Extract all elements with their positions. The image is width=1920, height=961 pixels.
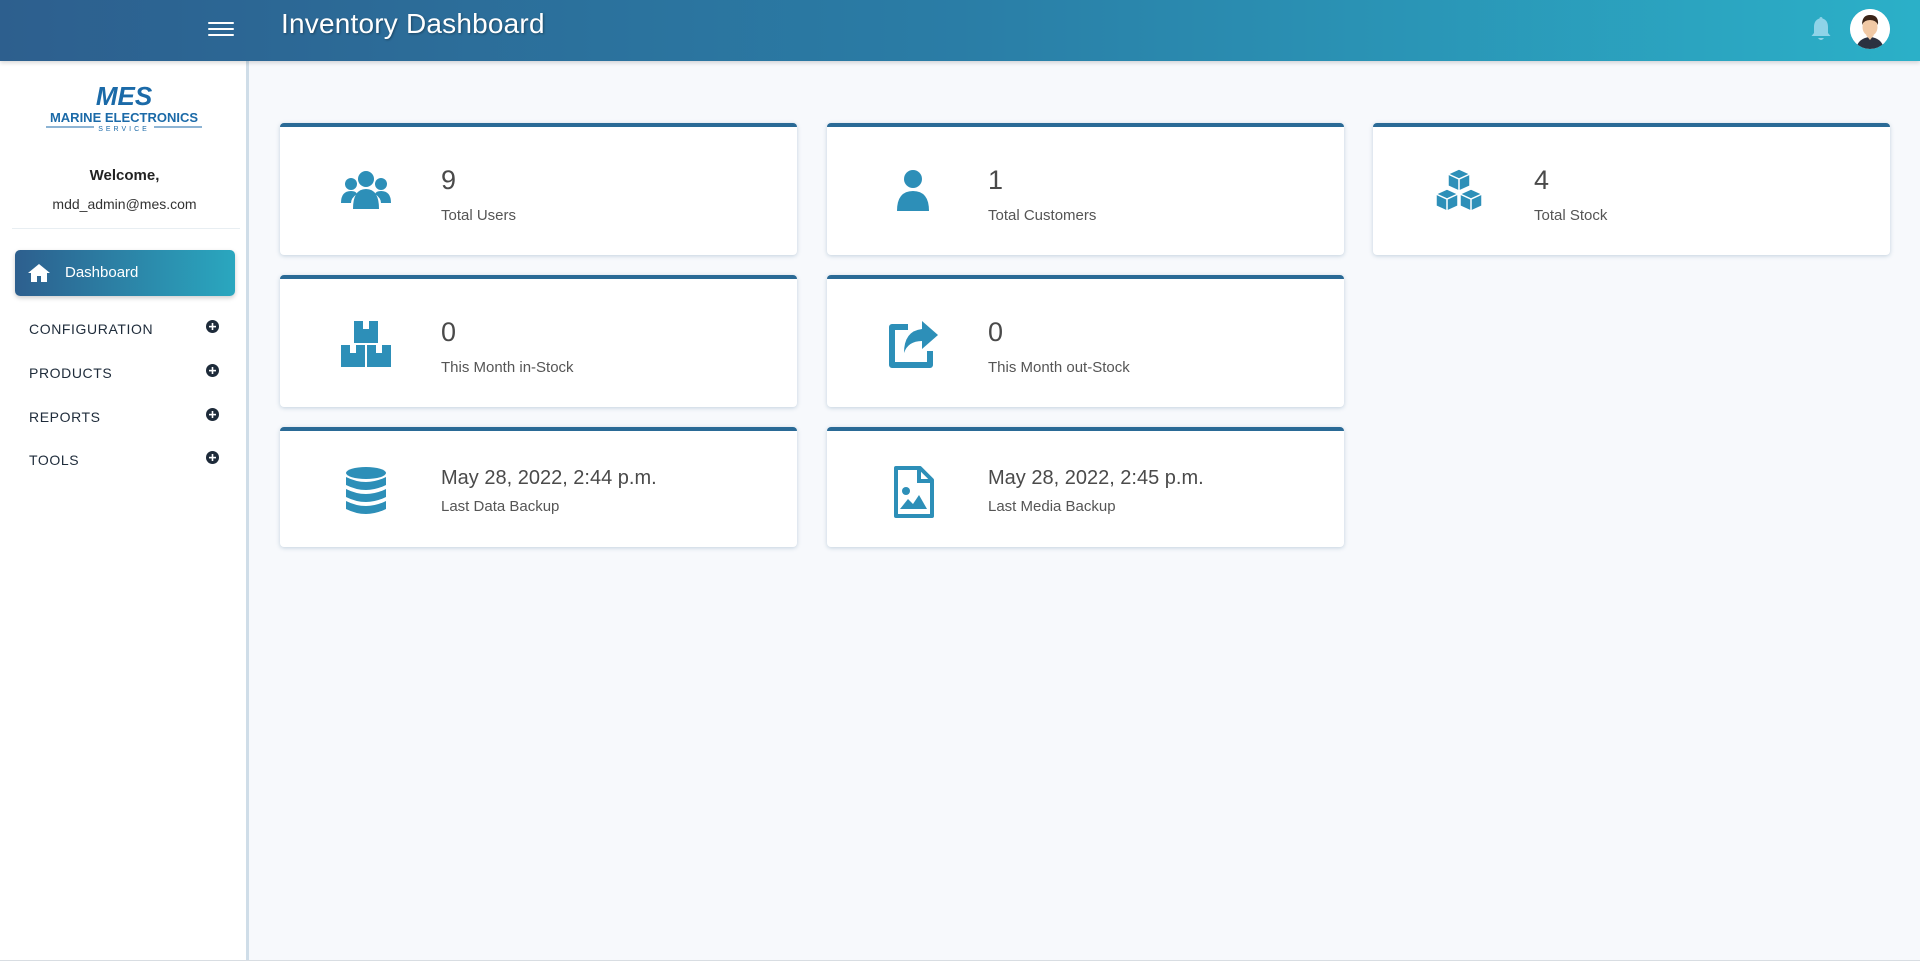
- card-value: May 28, 2022, 2:44 p.m.: [441, 467, 657, 489]
- card-value: 4: [1534, 165, 1550, 195]
- sidebar-item-label: REPORTS: [29, 409, 101, 425]
- card-label: This Month out-Stock: [988, 359, 1130, 376]
- card-label: Last Media Backup: [988, 498, 1116, 515]
- card-value: 0: [441, 317, 457, 347]
- company-logo: MES MARINE ELECTRONICS SERVICE: [46, 83, 202, 133]
- sidebar-item-products[interactable]: PRODUCTS: [29, 361, 229, 385]
- sidebar-item-reports[interactable]: REPORTS: [29, 405, 229, 429]
- home-icon: [28, 264, 50, 282]
- menu-toggle-icon[interactable]: [208, 18, 234, 40]
- file-image-icon: [894, 466, 934, 518]
- sidebar-item-tools[interactable]: TOOLS: [29, 448, 229, 472]
- sidebar-item-configuration[interactable]: CONFIGURATION: [29, 317, 229, 341]
- svg-text:MES: MES: [96, 83, 153, 111]
- card-value: 9: [441, 165, 457, 195]
- svg-text:SERVICE: SERVICE: [98, 126, 150, 133]
- stat-card-total-customers: 1 Total Customers: [827, 123, 1344, 255]
- card-label: Last Data Backup: [441, 498, 560, 515]
- svg-text:MARINE ELECTRONICS: MARINE ELECTRONICS: [50, 110, 198, 125]
- card-value: 1: [988, 165, 1004, 195]
- user-avatar[interactable]: [1850, 9, 1890, 49]
- cubes-icon: [1435, 168, 1483, 212]
- stat-card-month-in-stock: 0 This Month in-Stock: [280, 275, 797, 407]
- plus-circle-icon[interactable]: [206, 364, 219, 377]
- card-label: Total Stock: [1534, 207, 1608, 224]
- sidebar-item-label: TOOLS: [29, 452, 80, 468]
- card-label: This Month in-Stock: [441, 359, 574, 376]
- plus-circle-icon[interactable]: [206, 408, 219, 421]
- stat-card-month-out-stock: 0 This Month out-Stock: [827, 275, 1344, 407]
- card-label: Total Customers: [988, 207, 1097, 224]
- sidebar-item-label: CONFIGURATION: [29, 321, 154, 337]
- card-value: May 28, 2022, 2:45 p.m.: [988, 467, 1204, 489]
- sidebar-item-label: Dashboard: [65, 264, 139, 281]
- user-icon: [897, 170, 929, 211]
- sidebar-divider: [12, 228, 240, 229]
- stat-card-last-data-backup: May 28, 2022, 2:44 p.m. Last Data Backup: [280, 427, 797, 547]
- plus-circle-icon[interactable]: [206, 451, 219, 464]
- welcome-text: Welcome,: [89, 167, 160, 184]
- sidebar: MES MARINE ELECTRONICS SERVICE Welcome, …: [0, 61, 249, 961]
- database-icon: [346, 467, 386, 514]
- user-email: mdd_admin@mes.com: [52, 196, 197, 212]
- notification-bell-icon[interactable]: [1808, 15, 1834, 43]
- stat-card-total-stock: 4 Total Stock: [1373, 123, 1890, 255]
- share-icon: [889, 321, 938, 368]
- card-label: Total Users: [441, 207, 517, 224]
- sidebar-item-label: PRODUCTS: [29, 365, 113, 381]
- top-bar: Inventory Dashboard: [0, 0, 1920, 61]
- stat-card-last-media-backup: May 28, 2022, 2:45 p.m. Last Media Backu…: [827, 427, 1344, 547]
- card-value: 0: [988, 317, 1004, 347]
- stat-card-total-users: 9 Total Users: [280, 123, 797, 255]
- users-icon: [341, 171, 391, 209]
- boxes-icon: [341, 321, 391, 367]
- page-title: Inventory Dashboard: [281, 8, 545, 39]
- sidebar-item-dashboard[interactable]: Dashboard: [15, 250, 235, 296]
- plus-circle-icon[interactable]: [206, 320, 219, 333]
